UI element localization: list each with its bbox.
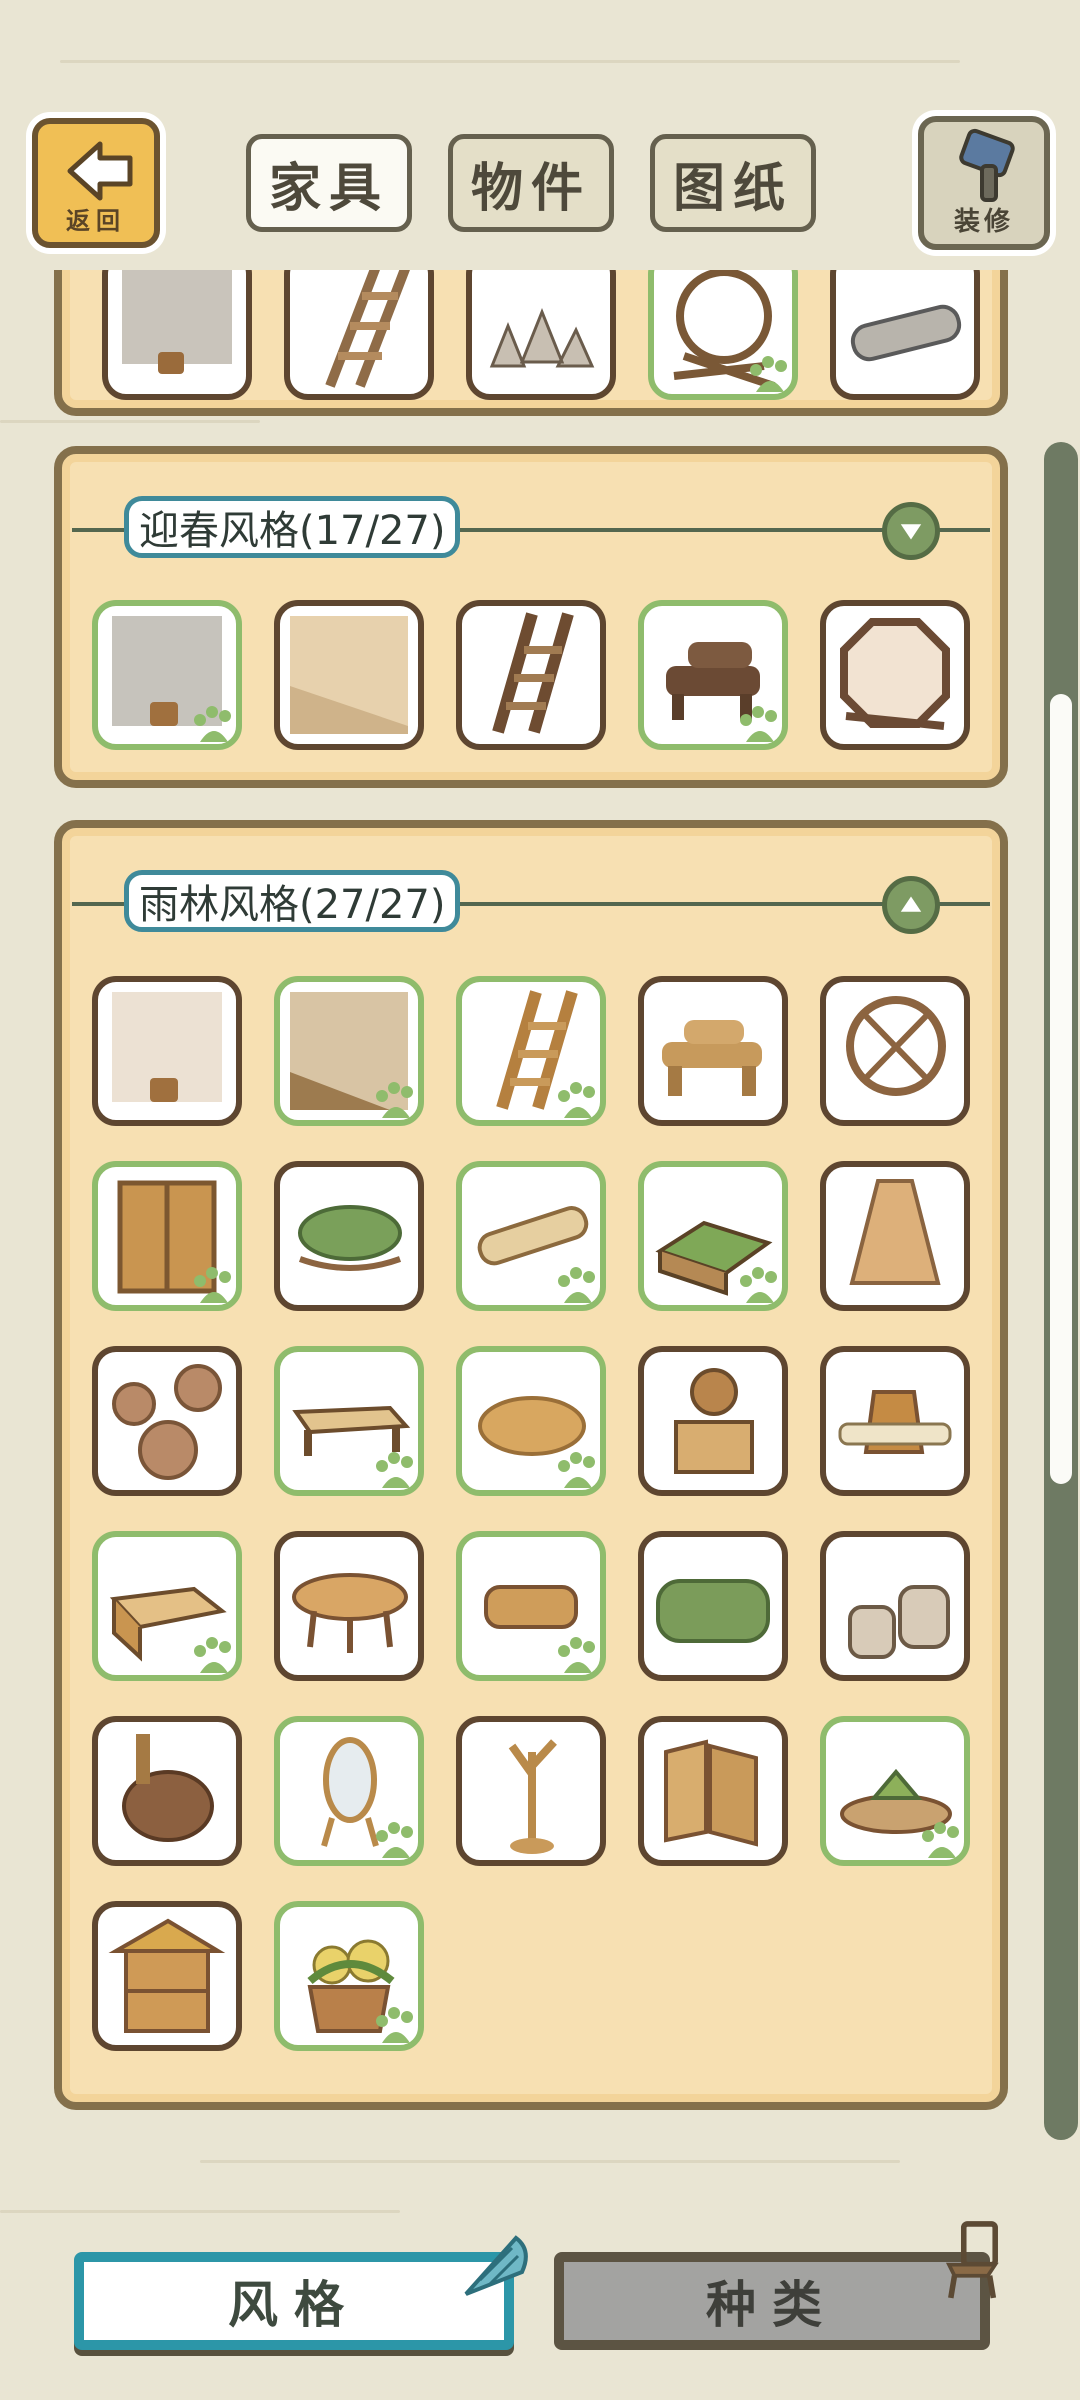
list-item[interactable] — [102, 270, 252, 400]
owned-paw-icon — [376, 2007, 413, 2043]
list-item[interactable] — [456, 1716, 606, 1866]
expand-toggle-button[interactable] — [882, 502, 940, 560]
list-item[interactable] — [92, 600, 242, 750]
seashell-icon — [464, 2235, 528, 2296]
list-item[interactable] — [456, 1346, 606, 1496]
list-item[interactable] — [820, 1346, 970, 1496]
owned-paw-icon — [194, 1267, 231, 1303]
list-item[interactable] — [92, 1346, 242, 1496]
list-item[interactable] — [274, 1161, 424, 1311]
list-item[interactable] — [820, 1161, 970, 1311]
list-item[interactable] — [820, 1531, 970, 1681]
collapse-toggle-button[interactable] — [882, 876, 940, 934]
list-item[interactable] — [648, 270, 798, 400]
list-item[interactable] — [466, 270, 616, 400]
owned-paw-icon — [558, 1082, 595, 1118]
list-item[interactable] — [638, 1531, 788, 1681]
paint-brush-icon — [959, 128, 1015, 202]
list-item[interactable] — [456, 1531, 606, 1681]
owned-paw-icon — [194, 1637, 231, 1673]
owned-paw-icon — [376, 1822, 413, 1858]
list-item[interactable] — [92, 1161, 242, 1311]
list-item[interactable] — [274, 1531, 424, 1681]
decorate-button[interactable]: 装修 — [918, 116, 1050, 250]
owned-paw-icon — [376, 1082, 413, 1118]
chevron-down-icon — [900, 524, 922, 540]
panel-previous-style — [54, 270, 1008, 416]
scrollbar[interactable] — [1044, 442, 1078, 2140]
tab-furniture[interactable]: 家具 — [246, 134, 412, 232]
list-item[interactable] — [284, 270, 434, 400]
panel-rainforest-style: 雨林风格(27/27) — [54, 820, 1008, 2110]
back-button[interactable]: 返回 — [32, 118, 160, 248]
list-item[interactable] — [274, 976, 424, 1126]
list-item[interactable] — [830, 270, 980, 400]
tab-style[interactable]: 风格 — [74, 2252, 514, 2350]
tab-blueprints[interactable]: 图纸 — [650, 134, 816, 232]
list-item[interactable] — [456, 1161, 606, 1311]
list-item[interactable] — [820, 600, 970, 750]
list-item[interactable] — [92, 976, 242, 1126]
owned-paw-icon — [194, 706, 231, 742]
list-item[interactable] — [638, 600, 788, 750]
list-item[interactable] — [638, 1161, 788, 1311]
list-item[interactable] — [92, 1531, 242, 1681]
section-title: 迎春风格(17/27) — [124, 496, 461, 558]
tab-objects[interactable]: 物件 — [448, 134, 614, 232]
list-item[interactable] — [638, 1716, 788, 1866]
decorate-label: 装修 — [953, 207, 1014, 237]
panel-spring-style: 迎春风格(17/27) — [54, 446, 1008, 788]
owned-paw-icon — [740, 706, 777, 742]
owned-paw-icon — [558, 1452, 595, 1488]
chair-icon — [945, 2221, 999, 2299]
scrollbar-thumb[interactable] — [1050, 694, 1072, 1484]
back-arrow-icon — [67, 141, 133, 201]
owned-paw-icon — [922, 1822, 959, 1858]
tab-category[interactable]: 种类 — [554, 2252, 990, 2350]
list-item[interactable] — [92, 1716, 242, 1866]
list-item[interactable] — [820, 1716, 970, 1866]
chevron-up-icon — [900, 896, 922, 912]
list-item[interactable] — [820, 976, 970, 1126]
list-item[interactable] — [638, 976, 788, 1126]
furniture-list[interactable]: 迎春风格(17/27) 雨林风格(27/27) — [0, 270, 1030, 2150]
owned-paw-icon — [376, 1452, 413, 1488]
owned-paw-icon — [558, 1637, 595, 1673]
list-item[interactable] — [456, 976, 606, 1126]
top-bar: 返回 家具 物件 图纸 装修 — [0, 0, 1080, 270]
list-item[interactable] — [638, 1346, 788, 1496]
list-item[interactable] — [274, 600, 424, 750]
list-item[interactable] — [274, 1901, 424, 2051]
owned-paw-icon — [740, 1267, 777, 1303]
back-label: 返回 — [66, 207, 126, 235]
owned-paw-icon — [558, 1267, 595, 1303]
list-item[interactable] — [456, 600, 606, 750]
owned-paw-icon — [750, 356, 787, 392]
list-item[interactable] — [274, 1346, 424, 1496]
list-item[interactable] — [274, 1716, 424, 1866]
list-item[interactable] — [92, 1901, 242, 2051]
section-title: 雨林风格(27/27) — [124, 870, 461, 932]
